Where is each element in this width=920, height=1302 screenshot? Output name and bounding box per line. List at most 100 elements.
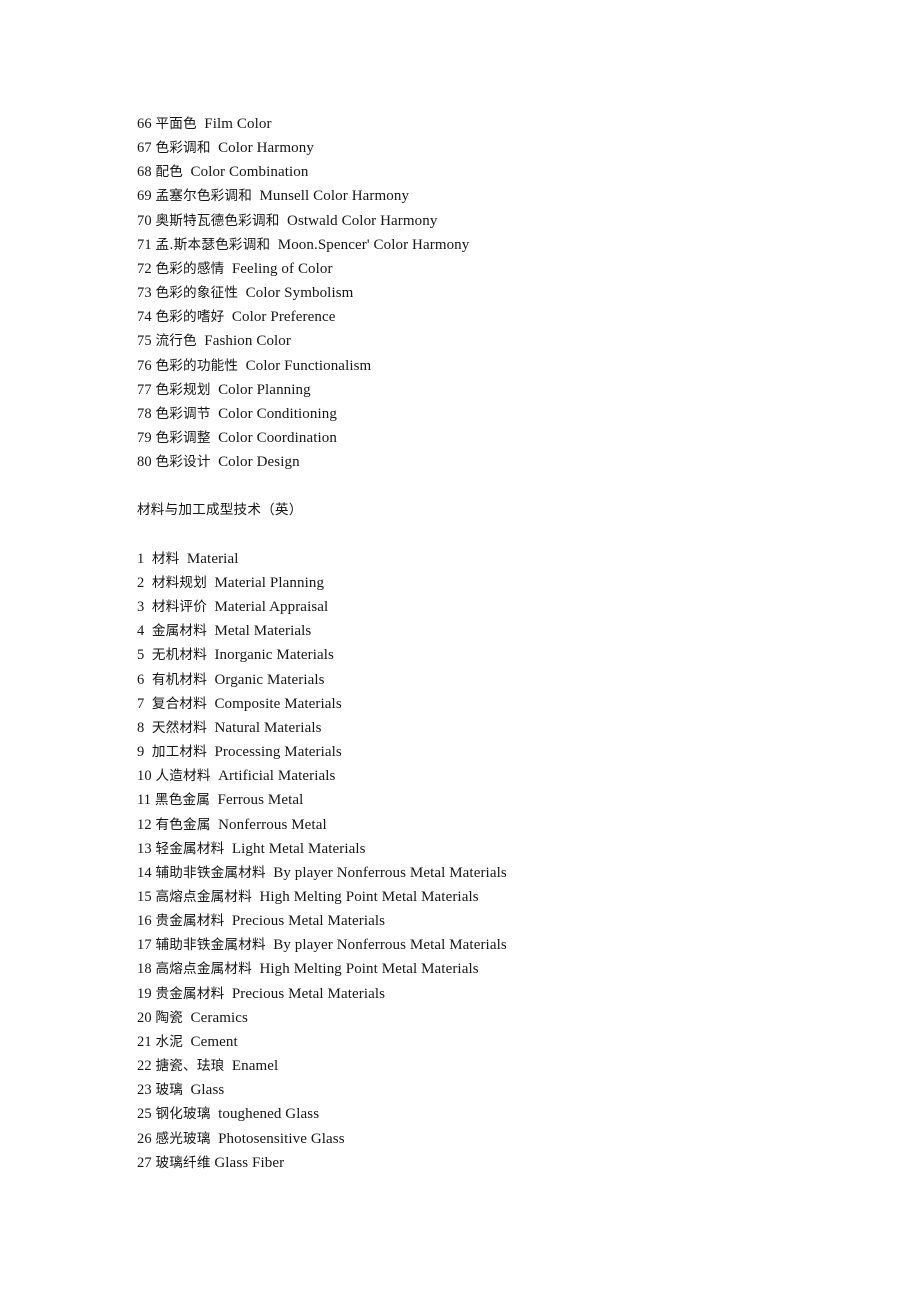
term-english: Artificial Materials [218,768,336,785]
term-number: 14 [137,864,152,881]
term-english: Natural Materials [214,719,322,736]
term-chinese: 色彩调节 [155,405,211,422]
term-english: Glass [190,1082,225,1099]
term-english: Color Harmony [218,140,314,157]
term-english: Inorganic Materials [214,647,334,664]
term-english: Material Planning [214,574,325,591]
term-english: Precious Metal Materials [231,985,386,1002]
term-gap [211,430,218,446]
term-number: 18 [137,961,152,978]
term-number: 13 [137,840,152,857]
term-english: By player Nonferrous Metal Materials [273,937,507,954]
term-gap [210,792,217,808]
term-number: 12 [137,816,152,833]
term-chinese: 水泥 [155,1033,184,1050]
term-number: 80 [137,454,152,471]
term-chinese: 玻璃 [155,1082,184,1099]
term-entry: 73 色彩的象征性 Color Symbolism [137,281,837,305]
term-number: 74 [137,309,152,326]
term-entry: 13 轻金属材料 Light Metal Materials [137,837,837,861]
term-english: Moon.Spencer' Color Harmony [277,236,470,253]
term-number: 25 [137,1106,152,1123]
term-number: 10 [137,768,152,785]
term-gap [211,454,218,470]
term-chinese: 孟.斯本瑟色彩调和 [155,236,271,253]
term-gap [224,261,231,277]
term-chinese: 贵金属材料 [155,985,225,1002]
term-chinese: 轻金属材料 [155,840,225,857]
term-chinese: 加工材料 [151,744,207,761]
term-entry: 27 玻璃纤维 Glass Fiber [137,1151,837,1175]
term-english: Color Symbolism [245,285,354,302]
term-chinese: 色彩的感情 [155,260,225,277]
term-gap [224,913,231,929]
term-entry: 72 色彩的感情 Feeling of Color [137,257,837,281]
term-chinese: 有色金属 [155,816,211,833]
term-english: Material [186,550,239,567]
term-chinese: 色彩调整 [155,430,211,447]
term-chinese: 奥斯特瓦德色彩调和 [155,212,280,229]
term-entry: 22 搪瓷、珐琅 Enamel [137,1054,837,1078]
term-entry: 12 有色金属 Nonferrous Metal [137,813,837,837]
term-english: toughened Glass [218,1106,320,1123]
term-entry: 71 孟.斯本瑟色彩调和 Moon.Spencer' Color Harmony [137,233,837,257]
term-entry: 7 复合材料 Composite Materials [137,692,837,716]
number-gap [144,551,151,567]
term-entry: 9 加工材料 Processing Materials [137,740,837,764]
term-gap [211,1106,218,1122]
term-english: Material Appraisal [214,599,329,616]
number-gap [144,672,151,688]
term-entry: 11 黑色金属 Ferrous Metal [137,788,837,812]
term-number: 20 [137,1009,152,1026]
term-chinese: 辅助非铁金属材料 [155,937,266,954]
term-chinese: 人造材料 [155,768,211,785]
term-gap [280,213,287,229]
term-gap [211,382,218,398]
term-english: Nonferrous Metal [218,816,327,833]
number-gap [144,744,151,760]
term-entry: 17 辅助非铁金属材料 By player Nonferrous Metal M… [137,933,837,957]
term-chinese: 搪瓷、珐琅 [155,1058,225,1075]
term-chinese: 孟塞尔色彩调和 [155,188,252,205]
term-english: Photosensitive Glass [218,1130,345,1147]
term-english: Color Planning [218,381,311,398]
term-english: Color Preference [231,309,336,326]
term-entry: 18 高熔点金属材料 High Melting Point Metal Mate… [137,957,837,981]
term-entry: 69 孟塞尔色彩调和 Munsell Color Harmony [137,184,837,208]
term-english: Organic Materials [214,671,325,688]
term-chinese: 色彩的象征性 [155,285,239,302]
materials-section-heading: 材料与加工成型技术（英） [137,502,303,519]
number-gap [144,599,151,615]
term-chinese: 色彩规划 [155,381,211,398]
term-entry: 80 色彩设计 Color Design [137,450,837,474]
term-english: By player Nonferrous Metal Materials [273,864,507,881]
term-chinese: 色彩的嗜好 [155,309,225,326]
term-entry: 4 金属材料 Metal Materials [137,619,837,643]
term-english: Enamel [231,1058,279,1075]
term-entry: 5 无机材料 Inorganic Materials [137,643,837,667]
term-entry: 25 钢化玻璃 toughened Glass [137,1102,837,1126]
term-chinese: 平面色 [155,116,197,132]
term-chinese: 色彩的功能性 [155,357,239,374]
term-english: High Melting Point Metal Materials [259,888,479,905]
term-entry: 8 天然材料 Natural Materials [137,716,837,740]
term-english: Glass Fiber [214,1154,285,1171]
term-chinese: 色彩调和 [155,140,211,157]
term-english: Precious Metal Materials [231,913,386,930]
term-entry: 3 材料评价 Material Appraisal [137,595,837,619]
term-chinese: 黑色金属 [154,792,211,809]
term-gap [211,768,218,784]
term-entry: 2 材料规划 Material Planning [137,571,837,595]
term-gap [211,406,218,422]
term-entry: 20 陶瓷 Ceramics [137,1006,837,1030]
number-gap [144,647,151,663]
term-english: Color Conditioning [218,405,337,422]
term-gap [211,1131,218,1147]
term-entry: 10 人造材料 Artificial Materials [137,764,837,788]
term-entry: 77 色彩规划 Color Planning [137,378,837,402]
term-chinese: 材料规划 [151,574,207,591]
term-chinese: 配色 [155,164,184,181]
term-chinese: 陶瓷 [155,1009,184,1026]
term-number: 27 [137,1154,152,1171]
term-chinese: 材料评价 [151,599,207,616]
